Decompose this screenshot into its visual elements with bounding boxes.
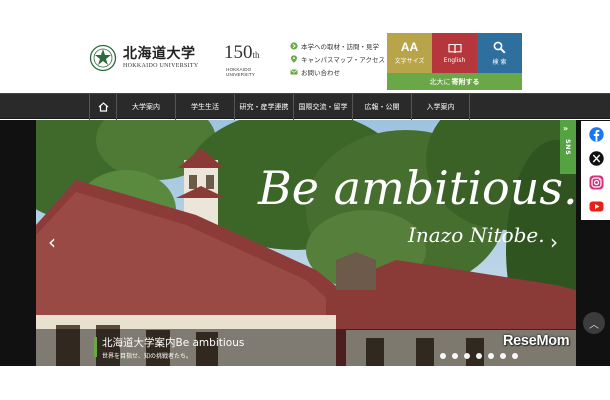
- slider-dot[interactable]: [464, 353, 470, 359]
- nav-public-relations[interactable]: 広報・公開: [352, 94, 411, 120]
- slider-prev-button[interactable]: ‹: [48, 230, 56, 254]
- anniversary-logo[interactable]: 150th HOKKAIDO UNIVERSITY: [224, 42, 272, 77]
- double-chevron-icon: »: [563, 124, 569, 133]
- hero-side-left: [0, 120, 36, 366]
- donate-button[interactable]: 北大に 寄附する: [387, 73, 522, 90]
- sns-label: SNS: [564, 139, 572, 156]
- sns-toggle-tab[interactable]: » SNS: [560, 120, 576, 174]
- font-size-label: 文字サイズ: [394, 58, 425, 65]
- header-tools: AA 文字サイズ English 検 索 北大に 寄附する: [387, 30, 522, 93]
- site-header: 北海道大学 HOKKAIDO UNIVERSITY 150th HOKKAIDO…: [0, 30, 610, 93]
- home-icon: [98, 102, 108, 112]
- slider-dot[interactable]: [452, 353, 458, 359]
- emblem-icon: [89, 44, 117, 72]
- caption-accent-bar: [94, 337, 97, 357]
- map-pin-icon: [291, 54, 297, 63]
- back-to-top-button[interactable]: ︿: [583, 312, 605, 334]
- nav-admissions[interactable]: 入学案内: [411, 94, 470, 120]
- quick-link-map[interactable]: キャンパスマップ・アクセス: [290, 54, 385, 64]
- nav-about[interactable]: 大学案内: [116, 94, 175, 120]
- nav-international[interactable]: 国際交流・留学: [293, 94, 352, 120]
- mail-icon: [290, 69, 298, 74]
- search-button[interactable]: 検 索: [477, 33, 522, 73]
- chevron-up-icon: ︿: [589, 319, 599, 331]
- university-logo[interactable]: 北海道大学 HOKKAIDO UNIVERSITY: [89, 44, 199, 72]
- nav-student-life[interactable]: 学生生活: [175, 94, 234, 120]
- x-icon[interactable]: [589, 151, 604, 166]
- slider-next-button[interactable]: ›: [550, 230, 558, 254]
- quick-link-label: お問い合わせ: [301, 68, 340, 77]
- english-label: English: [443, 56, 466, 64]
- slider-dot[interactable]: [440, 353, 446, 359]
- global-nav: 大学案内 学生生活 研究・産学連携 国際交流・留学 広報・公開 入学案内: [0, 93, 610, 120]
- instagram-icon[interactable]: [589, 175, 604, 190]
- search-label: 検 索: [492, 58, 507, 66]
- arrow-circle-icon: [290, 41, 298, 50]
- font-size-button[interactable]: AA 文字サイズ: [387, 33, 432, 73]
- donate-label-prefix: 北大に: [429, 77, 451, 86]
- nav-home[interactable]: [89, 94, 116, 120]
- quick-links: 本学への取材・訪問・見学 キャンパスマップ・アクセス お問い合わせ: [290, 41, 385, 77]
- anniversary-suffix: th: [252, 50, 260, 60]
- slider-dot[interactable]: [512, 353, 518, 359]
- anniversary-sub: HOKKAIDO UNIVERSITY: [226, 67, 256, 77]
- caption-subtitle: 世界を目指せ、知の挑戦者たち。: [102, 353, 193, 360]
- slide-caption[interactable]: 北海道大学案内Be ambitious 世界を目指せ、知の挑戦者たち。: [36, 329, 576, 366]
- sns-panel: [581, 121, 610, 220]
- quick-link-label: キャンパスマップ・アクセス: [301, 55, 385, 64]
- caption-title: 北海道大学案内Be ambitious: [102, 337, 245, 349]
- font-size-icon: AA: [400, 40, 419, 54]
- anniversary-number: 150: [224, 42, 253, 63]
- quick-link-visit[interactable]: 本学への取材・訪問・見学: [290, 41, 385, 51]
- logo-en-text: HOKKAIDO UNIVERSITY: [123, 63, 199, 69]
- slider-dot[interactable]: [500, 353, 506, 359]
- donate-label-bold: 寄附する: [451, 77, 480, 86]
- english-button[interactable]: English: [432, 33, 477, 73]
- watermark: ReseMom: [503, 333, 570, 349]
- quick-link-label: 本学への取材・訪問・見学: [301, 42, 379, 51]
- logo-jp-text: 北海道大学: [123, 46, 196, 62]
- quick-link-contact[interactable]: お問い合わせ: [290, 67, 385, 77]
- nav-research[interactable]: 研究・産学連携: [234, 94, 293, 120]
- signature-text: Inazo Nitobe.: [407, 223, 545, 247]
- page: 北海道大学 HOKKAIDO UNIVERSITY 150th HOKKAIDO…: [0, 0, 610, 400]
- search-icon: [493, 41, 506, 54]
- youtube-icon[interactable]: [589, 199, 604, 214]
- headline-text: Be ambitious.: [257, 161, 576, 215]
- slider-dot[interactable]: [488, 353, 494, 359]
- facebook-icon[interactable]: [589, 127, 604, 142]
- slider-dot[interactable]: [476, 353, 482, 359]
- watermark-text: ReseMom: [503, 333, 570, 349]
- slider-dots: [440, 353, 518, 359]
- book-icon: [447, 43, 462, 53]
